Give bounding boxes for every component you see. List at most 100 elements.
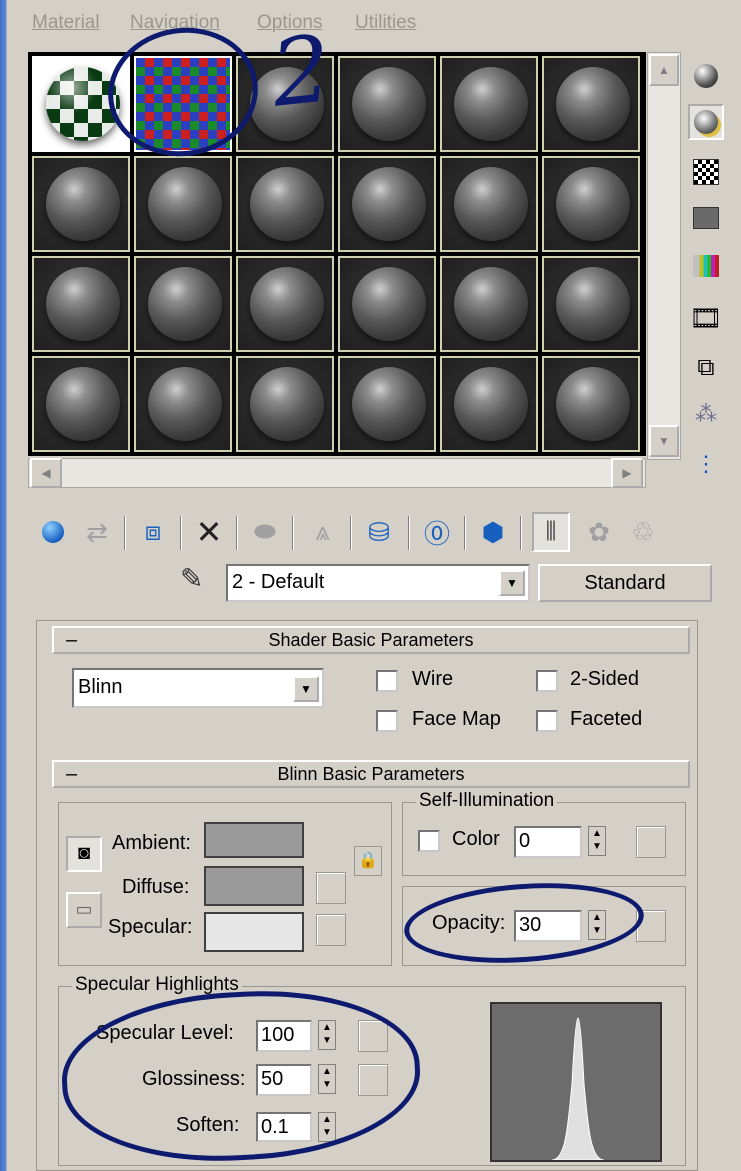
show-map-in-viewport-icon[interactable]: ⬢ — [474, 512, 512, 552]
sample-type-sphere-icon[interactable] — [688, 58, 724, 94]
reset-map-icon[interactable]: ✕ — [190, 512, 228, 552]
specular-level-spinner[interactable]: ▲ ▼ — [318, 1020, 336, 1050]
sample-slot-2[interactable] — [134, 56, 232, 152]
put-material-to-scene-icon[interactable]: ⇄ — [78, 512, 116, 552]
sample-slot-5[interactable] — [440, 56, 538, 152]
blinn-basic-parameters-rollout[interactable]: – Blinn Basic Parameters — [52, 760, 690, 788]
sample-slot-4[interactable] — [338, 56, 436, 152]
sample-slot-9[interactable] — [236, 156, 334, 252]
window-edge — [0, 0, 22, 1171]
video-color-check-icon[interactable] — [688, 248, 724, 284]
menu-utilities[interactable]: Utilities — [355, 12, 416, 34]
sample-slot-1[interactable] — [32, 56, 130, 152]
material-type-button[interactable]: Standard — [538, 564, 712, 602]
sphere-preview — [556, 367, 630, 441]
sample-slot-7[interactable] — [32, 156, 130, 252]
specular-level-label: Specular Level: — [96, 1022, 234, 1044]
backlight-icon[interactable] — [688, 104, 724, 140]
sample-slot-20[interactable] — [134, 356, 232, 452]
lock-ambient-diffuse-icon[interactable]: ◙ — [66, 836, 102, 872]
wire-label: Wire — [412, 668, 454, 690]
sample-slot-19[interactable] — [32, 356, 130, 452]
sample-slot-8[interactable] — [134, 156, 232, 252]
options-icon[interactable]: ⧉ — [688, 350, 724, 386]
opacity-map-button[interactable] — [636, 910, 666, 942]
sphere-preview — [352, 267, 426, 341]
background-checker-icon[interactable] — [688, 154, 724, 190]
scroll-down-button[interactable]: ▼ — [649, 425, 679, 457]
make-material-copy-icon[interactable]: ⬬ — [246, 512, 284, 552]
make-unique-icon[interactable]: ⩓ — [304, 512, 342, 552]
sample-uv-tiling-icon[interactable] — [688, 200, 724, 236]
face-map-checkbox[interactable] — [376, 710, 398, 732]
material-name-dropdown[interactable]: 2 - Default ▼ — [226, 564, 530, 602]
sample-slot-17[interactable] — [440, 256, 538, 352]
sample-vertical-scrollbar[interactable]: ▲ ▼ — [647, 52, 681, 460]
scroll-right-button[interactable]: ▶ — [611, 458, 643, 488]
opacity-spinner[interactable]: ▲ ▼ — [588, 910, 606, 940]
get-material-icon[interactable] — [34, 512, 72, 552]
sample-slot-12[interactable] — [542, 156, 640, 252]
scroll-up-button[interactable]: ▲ — [649, 54, 679, 86]
put-to-library-icon[interactable]: ⛁ — [360, 512, 398, 552]
sample-slot-13[interactable] — [32, 256, 130, 352]
soften-input[interactable]: 0.1 — [256, 1112, 312, 1142]
sample-slot-21[interactable] — [236, 356, 334, 452]
sample-slot-14[interactable] — [134, 256, 232, 352]
ambient-color-swatch[interactable] — [204, 822, 304, 858]
sphere-preview — [454, 167, 528, 241]
self-illum-map-button[interactable] — [636, 826, 666, 858]
select-by-material-icon[interactable]: ⁂ — [688, 396, 724, 432]
scroll-left-button[interactable]: ◀ — [30, 458, 62, 488]
menu-material[interactable]: Material — [32, 12, 100, 34]
glossiness-map-button[interactable] — [358, 1064, 388, 1096]
sphere-preview — [46, 367, 120, 441]
faceted-checkbox[interactable] — [536, 710, 558, 732]
diffuse-label: Diffuse: — [122, 876, 190, 898]
specular-map-button[interactable] — [316, 914, 346, 946]
assign-material-icon[interactable]: ⧈ — [134, 512, 172, 552]
diffuse-map-button[interactable] — [316, 872, 346, 904]
sample-slot-11[interactable] — [440, 156, 538, 252]
sample-slot-22[interactable] — [338, 356, 436, 452]
chevron-down-icon[interactable]: ▼ — [293, 676, 319, 702]
lock-diffuse-specular-icon[interactable]: ▭ — [66, 892, 102, 928]
pick-material-eyedropper-icon[interactable]: ✎ — [180, 562, 203, 595]
wire-checkbox[interactable] — [376, 670, 398, 692]
sample-slot-10[interactable] — [338, 156, 436, 252]
sample-slot-6[interactable] — [542, 56, 640, 152]
go-forward-to-sibling-icon[interactable]: ♲ — [624, 512, 662, 552]
glossiness-spinner[interactable]: ▲ ▼ — [318, 1064, 336, 1094]
soften-spinner[interactable]: ▲ ▼ — [318, 1112, 336, 1142]
self-illum-color-checkbox[interactable] — [418, 830, 440, 852]
self-illum-spinner[interactable]: ▲ ▼ — [588, 826, 606, 856]
sample-slot-24[interactable] — [542, 356, 640, 452]
sample-slot-15[interactable] — [236, 256, 334, 352]
self-illum-value-input[interactable]: 0 — [514, 826, 582, 858]
sample-slot-23[interactable] — [440, 356, 538, 452]
chevron-down-icon[interactable]: ▼ — [499, 570, 525, 596]
sample-horizontal-scrollbar[interactable]: ◀ ▶ — [28, 458, 646, 488]
opacity-input[interactable]: 30 — [514, 910, 582, 942]
sphere-preview — [148, 367, 222, 441]
diffuse-color-swatch[interactable] — [204, 866, 304, 906]
sample-slot-18[interactable] — [542, 256, 640, 352]
specular-level-input[interactable]: 100 — [256, 1020, 312, 1052]
sample-slot-16[interactable] — [338, 256, 436, 352]
shader-type-dropdown[interactable]: Blinn ▼ — [72, 668, 324, 708]
make-preview-icon[interactable]: 🎞 — [688, 300, 724, 336]
two-sided-checkbox[interactable] — [536, 670, 558, 692]
go-to-parent-icon[interactable]: ✿ — [580, 512, 618, 552]
self-illum-color-label: Color — [452, 828, 500, 850]
material-map-navigator-icon[interactable]: ⋮ — [688, 446, 724, 482]
specular-level-map-button[interactable] — [358, 1020, 388, 1052]
collapse-icon: – — [66, 629, 78, 651]
show-end-result-icon[interactable]: ⫴ — [532, 512, 570, 552]
menu-navigation[interactable]: Navigation — [130, 12, 220, 34]
lock-icon[interactable]: 🔒 — [354, 846, 382, 876]
specular-color-swatch[interactable] — [204, 912, 304, 952]
glossiness-input[interactable]: 50 — [256, 1064, 312, 1096]
sphere-preview — [454, 267, 528, 341]
shader-basic-parameters-rollout[interactable]: – Shader Basic Parameters — [52, 626, 690, 654]
material-effects-channel-icon[interactable]: ⓪ — [418, 512, 456, 552]
